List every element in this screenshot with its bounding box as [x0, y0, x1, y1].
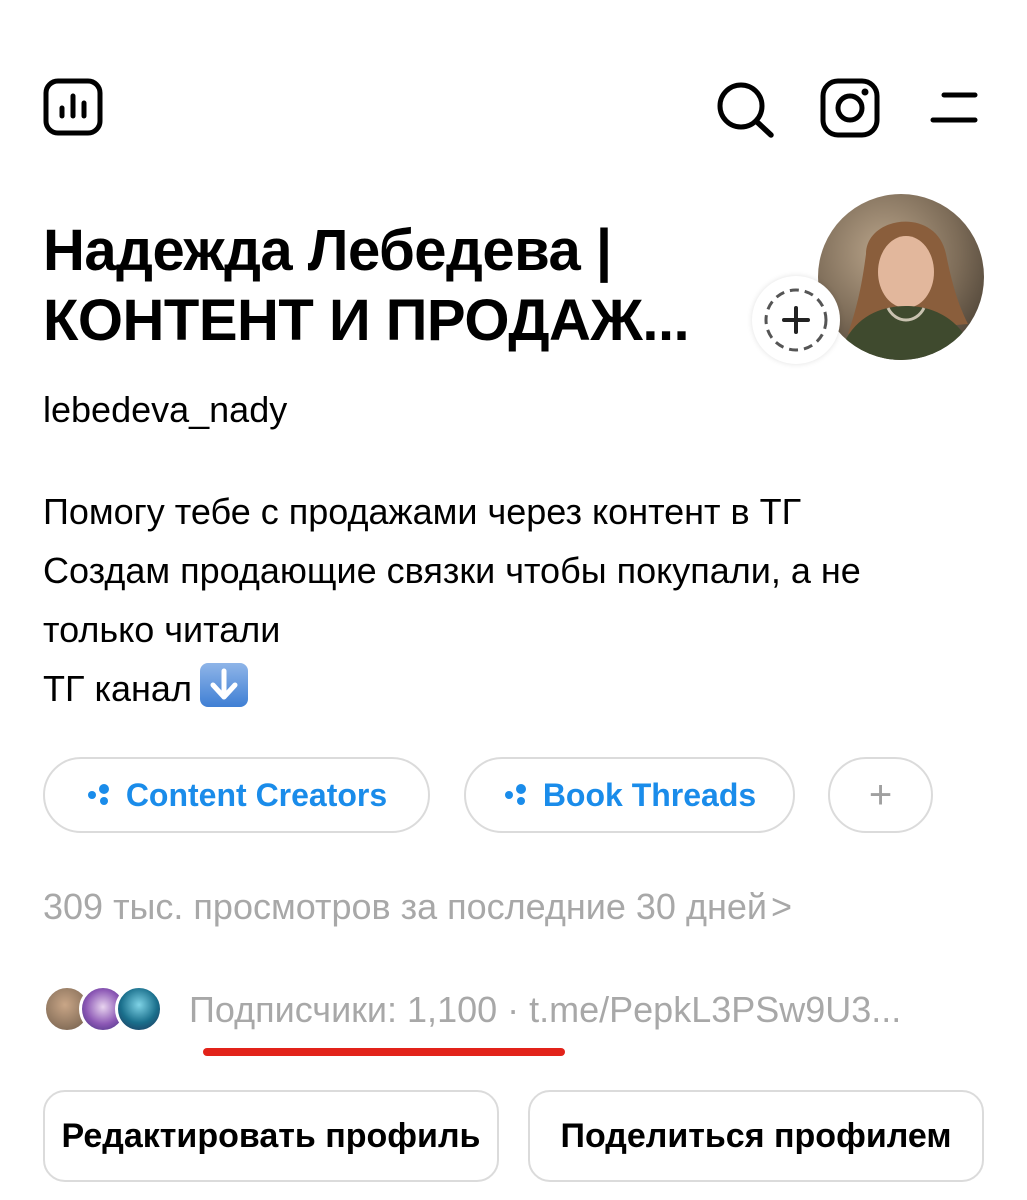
community-label: Content Creators: [125, 776, 388, 813]
community-dots-icon: [503, 777, 531, 814]
plus-icon: +: [868, 772, 893, 817]
followers-text: Подписчики: 1,100 · t.me/PepkL3PSw9U3...: [189, 989, 902, 1030]
community-pill-book-threads[interactable]: Book Threads: [464, 757, 795, 833]
chevron-right-icon: >: [770, 886, 793, 927]
username: lebedeva_nady: [43, 389, 288, 430]
bio: Помогу тебе с продажами через контент в …: [43, 482, 1003, 718]
instagram-icon[interactable]: [820, 78, 880, 138]
insights-chart-icon[interactable]: [43, 78, 103, 136]
community-pill-content-creators[interactable]: Content Creators: [43, 757, 430, 833]
community-dots-icon: [86, 777, 114, 814]
profile-name-line2: КОНТЕНТ И ПРОДАЖ...: [43, 288, 690, 353]
follower-avatars: [43, 983, 169, 1037]
bio-line: ТГ канал: [43, 668, 192, 709]
profile-name-line1: Надежда Лебедева |: [43, 218, 612, 283]
profile-name: Надежда Лебедева | КОНТЕНТ И ПРОДАЖ...: [43, 216, 763, 356]
bio-line: Создам продающие связки чтобы покупали, …: [43, 550, 861, 591]
share-profile-button[interactable]: Поделиться профилем: [528, 1090, 984, 1182]
views-text: 309 тыс. просмотров за последние 30 дней: [43, 886, 767, 927]
followers-row[interactable]: Подписчики: 1,100 · t.me/PepkL3PSw9U3...: [43, 982, 901, 1038]
profile-page: Надежда Лебедева | КОНТЕНТ И ПРОДАЖ... l…: [0, 0, 1027, 1200]
follower-avatar: [115, 985, 163, 1033]
bio-line: только читали: [43, 609, 281, 650]
search-icon[interactable]: [715, 80, 775, 138]
avatar[interactable]: [818, 194, 984, 360]
edit-profile-button[interactable]: Редактировать профиль: [43, 1090, 499, 1182]
add-story-button[interactable]: [752, 276, 840, 364]
arrow-down-emoji-icon: [199, 663, 248, 707]
menu-icon[interactable]: [930, 90, 978, 126]
community-label: Book Threads: [542, 776, 757, 813]
bio-line-channel: ТГ канал: [43, 659, 1003, 718]
red-underline-annotation: [203, 1048, 565, 1056]
add-community-button[interactable]: +: [828, 757, 933, 833]
views-stats[interactable]: 309 тыс. просмотров за последние 30 дней…: [43, 886, 792, 928]
bio-line: Помогу тебе с продажами через контент в …: [43, 491, 802, 532]
